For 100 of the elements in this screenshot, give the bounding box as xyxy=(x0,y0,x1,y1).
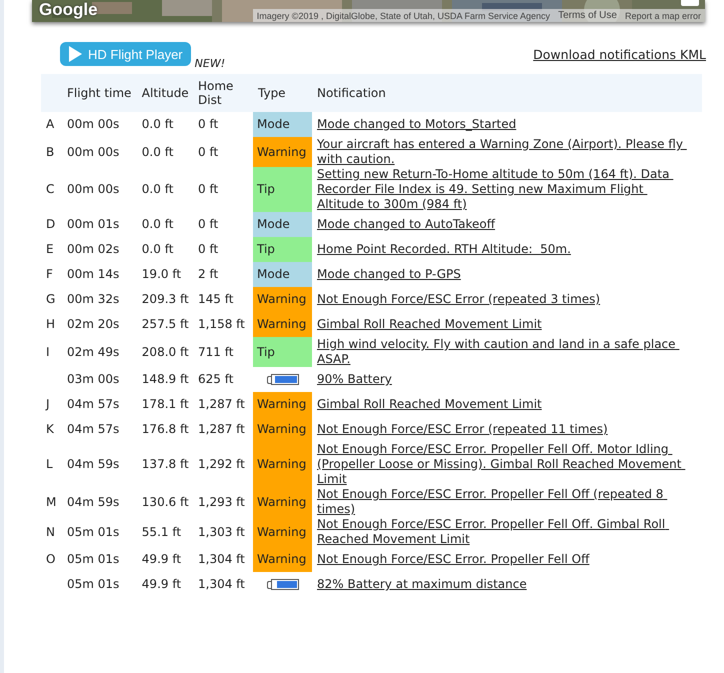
flight-time: 00m 14s xyxy=(67,267,120,281)
report-link[interactable]: Report a map error xyxy=(624,10,701,20)
row-marker: J xyxy=(46,397,50,411)
notification-link[interactable]: Home Point Recorded. RTH Altitude: 50m. xyxy=(317,242,692,257)
type-cell: Mode xyxy=(253,212,312,237)
home-distance: 1,304 ft xyxy=(198,552,245,566)
altitude: 55.1 ft xyxy=(142,524,182,538)
home-distance: 1,287 ft xyxy=(198,397,245,411)
row-marker: D xyxy=(46,217,56,231)
home-distance: 625 ft xyxy=(198,372,234,386)
notification-link[interactable]: Not Enough Force/ESC Error. Propeller Fell Off. Motor Idling (Propeller Loose or Missing). Gimbal Roll Reached Movement Limit xyxy=(317,442,692,487)
flight-time: 00m 00s xyxy=(67,144,120,158)
type-cell: Warning xyxy=(253,547,312,572)
row-marker: N xyxy=(46,524,55,538)
home-distance: 1,293 ft xyxy=(198,494,245,508)
type-cell: Warning xyxy=(253,137,312,167)
notification-link[interactable]: Not Enough Force/ESC Error (repeated 11 times) xyxy=(317,422,692,437)
battery-icon xyxy=(267,579,301,590)
home-distance: 711 ft xyxy=(198,344,234,358)
map-logo: Google xyxy=(39,0,98,20)
column-header: Home Dist xyxy=(198,79,234,107)
row-marker: L xyxy=(46,457,53,471)
row-marker: A xyxy=(46,117,54,131)
altitude: 208.0 ft xyxy=(142,344,189,358)
type-cell: Warning xyxy=(253,442,312,487)
home-distance: 2 ft xyxy=(198,267,218,281)
row-marker: H xyxy=(46,317,56,331)
flight-time: 00m 02s xyxy=(67,242,120,256)
notification-link[interactable]: Mode changed to AutoTakeoff xyxy=(317,217,692,232)
flight-time: 04m 57s xyxy=(67,397,120,411)
column-header: Altitude xyxy=(142,86,189,100)
altitude: 176.8 ft xyxy=(142,422,189,436)
row-marker: M xyxy=(46,494,56,508)
battery-icon xyxy=(267,374,301,385)
home-distance: 145 ft xyxy=(198,292,234,306)
home-distance: 1,304 ft xyxy=(198,577,245,591)
column-header: Type xyxy=(258,86,286,100)
notification-link[interactable]: Mode changed to Motors_Started xyxy=(317,117,692,132)
flight-time: 05m 01s xyxy=(67,552,120,566)
altitude: 0.0 ft xyxy=(142,144,174,158)
home-distance: 0 ft xyxy=(198,242,218,256)
notification-link[interactable]: 82% Battery at maximum distance xyxy=(317,577,692,592)
flight-time: 00m 32s xyxy=(67,292,120,306)
row-marker: E xyxy=(46,242,54,256)
altitude: 137.8 ft xyxy=(142,457,189,471)
home-distance: 0 ft xyxy=(198,217,218,231)
notification-link[interactable]: Setting new Return-To-Home altitude to 50m (164 ft). Data Recorder File Index is 49. Setting new Maximum Flight Altitude to 300m (984 ft) xyxy=(317,167,692,212)
column-header: Notification xyxy=(317,86,386,100)
type-cell: Warning xyxy=(253,312,312,337)
altitude: 209.3 ft xyxy=(142,292,189,306)
row-marker: I xyxy=(46,344,50,358)
type-cell: Tip xyxy=(253,337,312,367)
altitude: 130.6 ft xyxy=(142,494,189,508)
altitude: 0.0 ft xyxy=(142,182,174,196)
home-distance: 0 ft xyxy=(198,144,218,158)
row-marker: F xyxy=(46,267,53,281)
home-distance: 1,287 ft xyxy=(198,422,245,436)
type-cell: Tip xyxy=(253,237,312,262)
terms-link[interactable]: Terms of Use xyxy=(558,10,617,21)
type-cell: Mode xyxy=(253,112,312,137)
altitude: 19.0 ft xyxy=(142,267,182,281)
home-distance: 0 ft xyxy=(198,182,218,196)
altitude: 49.9 ft xyxy=(142,552,182,566)
notification-link[interactable]: Gimbal Roll Reached Movement Limit xyxy=(317,317,692,332)
type-cell: Warning xyxy=(253,392,312,417)
altitude: 148.9 ft xyxy=(142,372,189,386)
row-marker: O xyxy=(46,552,56,566)
notification-link[interactable]: Mode changed to P-GPS xyxy=(317,267,692,282)
home-distance: 0 ft xyxy=(198,117,218,131)
notification-link[interactable]: Not Enough Force/ESC Error. Propeller Fell Off. Gimbal Roll Reached Movement Limit xyxy=(317,517,692,547)
type-cell: Warning xyxy=(253,517,312,547)
type-cell: Tip xyxy=(253,167,312,212)
home-distance: 1,303 ft xyxy=(198,524,245,538)
altitude: 178.1 ft xyxy=(142,397,189,411)
notification-link[interactable]: Your aircraft has entered a Warning Zone (Airport). Please fly with caution. xyxy=(317,137,692,167)
altitude: 0.0 ft xyxy=(142,217,174,231)
altitude: 257.5 ft xyxy=(142,317,189,331)
download-link[interactable]: Download notifications KML xyxy=(533,47,706,62)
imagery-credit: Imagery ©2019 , DigitalGlobe, State of Utah, USDA Farm Service Agency xyxy=(256,10,550,20)
type-cell: Warning xyxy=(253,487,312,517)
notification-link[interactable]: 90% Battery xyxy=(317,372,692,387)
flight-time: 04m 59s xyxy=(67,457,120,471)
home-distance: 1,158 ft xyxy=(198,317,245,331)
row-marker: B xyxy=(46,144,54,158)
altitude: 0.0 ft xyxy=(142,242,174,256)
row-marker: C xyxy=(46,182,54,196)
flight-time: 02m 20s xyxy=(67,317,120,331)
flight-time: 00m 00s xyxy=(67,182,120,196)
flight-time: 05m 01s xyxy=(67,577,120,591)
flight-time: 04m 57s xyxy=(67,422,120,436)
altitude: 49.9 ft xyxy=(142,577,182,591)
notification-link[interactable]: High wind velocity. Fly with caution and land in a safe place ASAP. xyxy=(317,337,692,367)
notification-link[interactable]: Not Enough Force/ESC Error. Propeller Fell Off (repeated 8 times) xyxy=(317,487,692,517)
flight-time: 00m 01s xyxy=(67,217,120,231)
notification-link[interactable]: Not Enough Force/ESC Error. Propeller Fell Off xyxy=(317,552,692,567)
notification-link[interactable]: Gimbal Roll Reached Movement Limit xyxy=(317,397,692,412)
notification-link[interactable]: Not Enough Force/ESC Error (repeated 3 times) xyxy=(317,292,692,307)
flight-time: 02m 49s xyxy=(67,344,120,358)
play-icon xyxy=(68,46,82,62)
column-header: Flight time xyxy=(67,86,132,100)
